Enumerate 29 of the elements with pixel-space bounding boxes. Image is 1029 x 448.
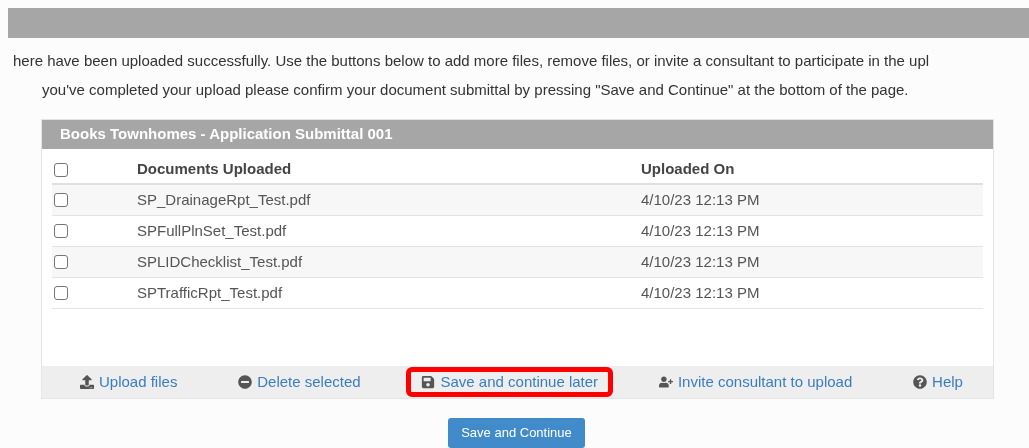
panel-title: Books Townhomes - Application Submittal 001 bbox=[60, 124, 393, 145]
intro-text: here have been uploaded successfully. Use the buttons below to add more files, remove files, or invite a consultant to participate in the upl bbox=[12, 51, 930, 71]
checkbox[interactable] bbox=[54, 224, 68, 238]
upload-date: 4/10/23 12:13 PM bbox=[641, 282, 760, 303]
file-name: SPTrafficRpt_Test.pdf bbox=[137, 282, 284, 303]
checkbox[interactable] bbox=[54, 163, 68, 177]
user-plus-icon bbox=[658, 375, 673, 389]
upload-date: 4/10/23 12:13 PM bbox=[641, 220, 760, 241]
help-link[interactable]: Help bbox=[898, 367, 978, 397]
save-and-continue-button[interactable]: Save and Continue bbox=[448, 418, 585, 448]
upload-icon bbox=[80, 375, 94, 389]
file-name: SPLIDChecklist_Test.pdf bbox=[137, 251, 304, 272]
column-header: Documents Uploaded bbox=[137, 158, 293, 179]
file-name: SP_DrainageRpt_Test.pdf bbox=[137, 189, 312, 210]
delete-link[interactable]: Delete selected bbox=[223, 367, 376, 397]
checkbox[interactable] bbox=[54, 286, 68, 300]
table-row[interactable]: SPLIDChecklist_Test.pdf 4/10/23 12:13 PM bbox=[52, 247, 983, 278]
upload-link[interactable]: Upload files bbox=[65, 367, 193, 397]
checkbox[interactable] bbox=[54, 193, 68, 207]
help-icon bbox=[913, 375, 928, 389]
column-header: Uploaded On bbox=[641, 158, 735, 179]
checkbox[interactable] bbox=[54, 255, 68, 269]
invite-link[interactable]: Invite consultant to upload bbox=[643, 367, 868, 397]
upload-date: 4/10/23 12:13 PM bbox=[641, 251, 760, 272]
upload-date: 4/10/23 12:13 PM bbox=[641, 189, 760, 210]
intro-text: you've completed your upload please confirm your document submittal by pressing "Save and Continue" at the bottom of the page. bbox=[42, 80, 910, 100]
file-name: SPFullPlnSet_Test.pdf bbox=[137, 220, 288, 241]
table-row[interactable]: SP_DrainageRpt_Test.pdf 4/10/23 12:13 PM bbox=[52, 185, 983, 216]
save-link[interactable]: Save and continue later bbox=[406, 367, 614, 397]
